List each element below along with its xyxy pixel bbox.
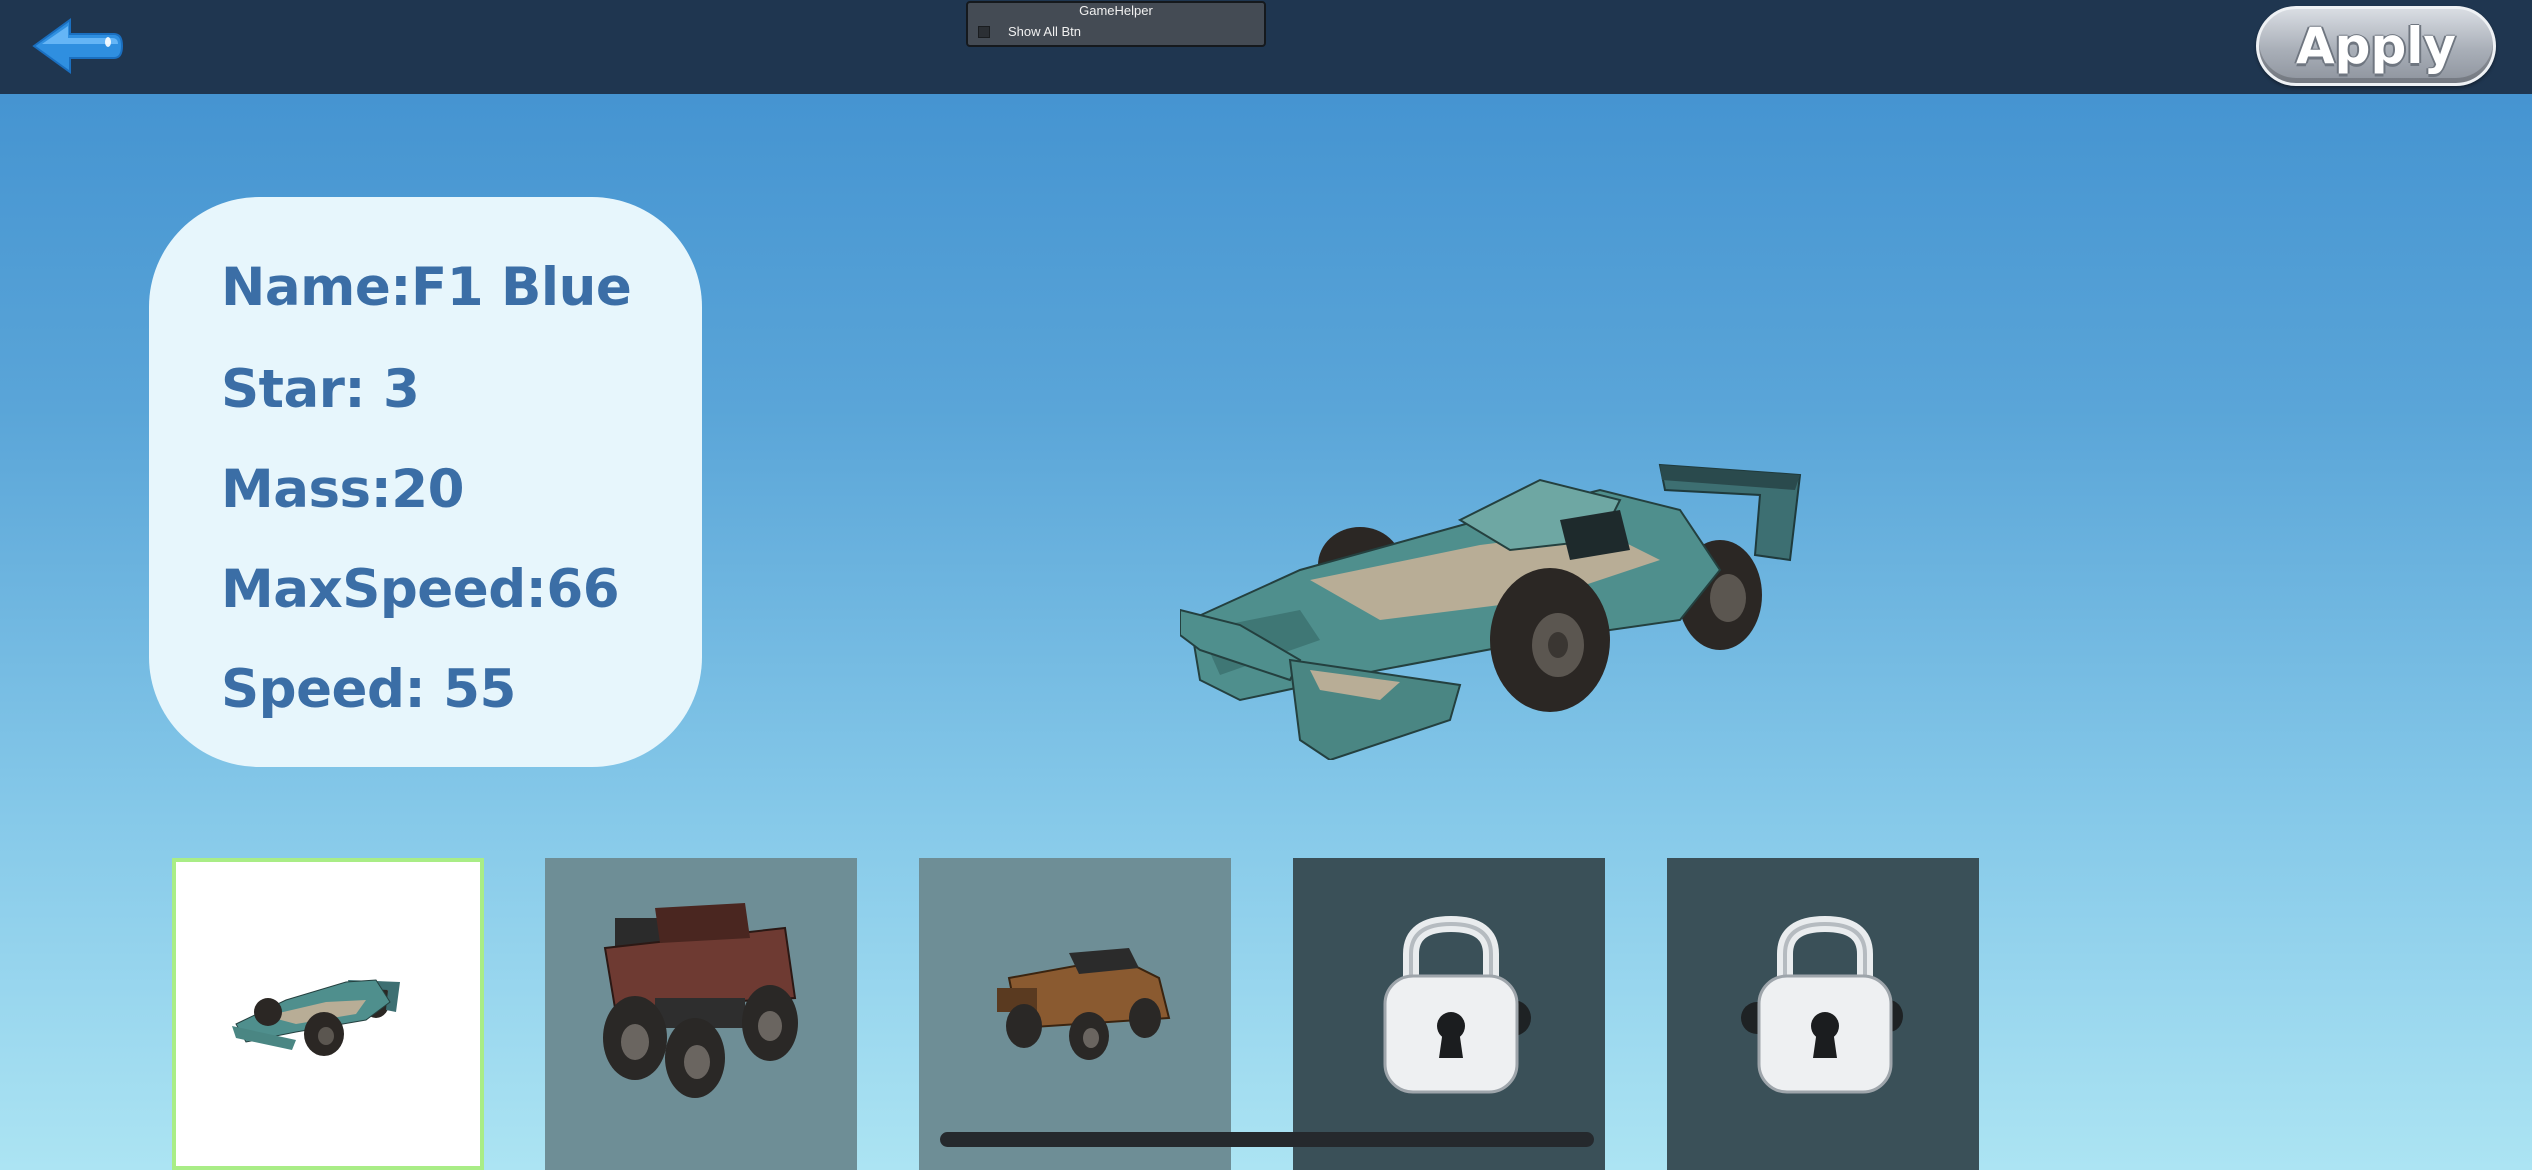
lock-icon — [1741, 915, 1903, 1094]
monster-truck-thumbnail — [603, 903, 798, 1098]
top-bar: GameHelper Show All Btn Apply — [0, 0, 2532, 94]
car-mass: Mass:20 — [221, 459, 465, 520]
lock-icon — [1383, 915, 1531, 1094]
apply-button-label: Apply — [2295, 17, 2456, 75]
car-slot-f1[interactable] — [172, 858, 484, 1170]
apply-button[interactable]: Apply — [2256, 6, 2496, 86]
car-speed: Speed: 55 — [221, 659, 516, 720]
game-helper-panel: GameHelper Show All Btn — [966, 1, 1266, 47]
show-all-btn-checkbox[interactable] — [978, 26, 990, 38]
game-helper-title: GameHelper — [1079, 3, 1153, 18]
car-slot-monster-truck[interactable] — [545, 858, 857, 1170]
back-button[interactable] — [30, 14, 126, 78]
car-max-speed: MaxSpeed:66 — [221, 559, 620, 620]
car-name: Name:F1 Blue — [221, 257, 632, 318]
show-all-btn-label[interactable]: Show All Btn — [1008, 24, 1081, 39]
car-star: Star: 3 — [221, 359, 420, 420]
car-slot-pickup-truck[interactable] — [919, 858, 1231, 1170]
car-info-card: Name:F1 Blue Star: 3 Mass:20 MaxSpeed:66… — [149, 197, 702, 767]
back-arrow-icon — [32, 18, 124, 74]
car-slot-locked-2[interactable] — [1667, 858, 1979, 1170]
f1-car-thumbnail — [232, 979, 400, 1056]
pickup-truck-thumbnail — [997, 948, 1171, 1060]
car-3d-preview[interactable] — [1179, 450, 1820, 762]
car-list-scrollbar[interactable] — [940, 1132, 1594, 1147]
car-slot-locked-1[interactable] — [1293, 858, 1605, 1170]
f1-car-model — [1179, 463, 1802, 762]
